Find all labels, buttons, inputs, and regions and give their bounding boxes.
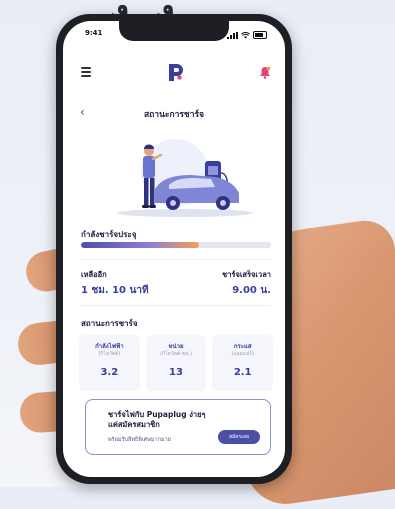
finish-time-value: 9.00 น. — [232, 285, 271, 296]
stat-value: 2.1 — [233, 367, 252, 378]
status-time: 9:41 — [85, 29, 103, 37]
charge-progress-bar — [81, 242, 271, 248]
stat-value: 13 — [169, 367, 183, 378]
stat-unit: (กิโลวัตต์) — [98, 351, 121, 357]
divider — [79, 259, 271, 260]
status-bar: 9:41 — [85, 29, 267, 41]
stat-power: กำลังไฟฟ้า (กิโลวัตต์) 3.2 — [79, 335, 140, 391]
phone-screen: 9:41 P ‹ สถานะการชาร์จ กำลังชาร์จประจุ เ… — [63, 21, 285, 477]
stat-value: 3.2 — [100, 367, 119, 378]
stat-unit: (กิโลวัตต์-ชม.) — [159, 351, 193, 357]
signup-button[interactable]: สมัครเลย — [218, 430, 260, 444]
logo-letter: P — [164, 61, 165, 62]
title-bar: ‹ สถานะการชาร์จ — [63, 101, 285, 125]
membership-promo-card: ชาร์จไฟกับ Pupaplug ง่ายๆ แค่สมัครสมาชิก… — [85, 399, 271, 455]
status-section-title: สถานะการชาร์จ — [81, 319, 138, 328]
phone-frame: 9:41 P ‹ สถานะการชาร์จ กำลังชาร์จประจุ เ… — [56, 14, 292, 484]
charging-illustration — [117, 139, 253, 217]
divider — [79, 305, 271, 306]
progress-label: กำลังชาร์จประจุ — [81, 230, 137, 239]
pupaplug-logo: P — [164, 61, 183, 81]
finish-time-label: ชาร์จเสร็จเวลา — [222, 270, 271, 279]
battery-icon — [253, 31, 267, 39]
app-header: P — [63, 59, 285, 87]
page-title: สถานะการชาร์จ — [143, 110, 205, 120]
menu-icon[interactable] — [81, 67, 91, 79]
remaining-label: เหลืออีก — [81, 270, 107, 279]
stat-energy: หน่วย (กิโลวัตต์-ชม.) 13 — [145, 335, 207, 391]
stat-unit: (แอมแปร์) — [231, 351, 254, 357]
bell-icon[interactable] — [259, 66, 271, 79]
promo-subtitle: พร้อมรับสิทธิพิเศษมากมาย — [108, 437, 171, 443]
wifi-icon — [241, 31, 250, 38]
signal-icon — [227, 31, 238, 39]
remaining-value: 1 ชม. 10 นาที — [81, 285, 149, 296]
promo-headline-2: แค่สมัครสมาชิก — [108, 420, 160, 429]
charge-progress-fill — [81, 242, 199, 248]
stat-current: กระแส (แอมแปร์) 2.1 — [212, 335, 274, 391]
charging-stats: กำลังไฟฟ้า (กิโลวัตต์) 3.2 หน่วย (กิโลวั… — [79, 335, 274, 391]
